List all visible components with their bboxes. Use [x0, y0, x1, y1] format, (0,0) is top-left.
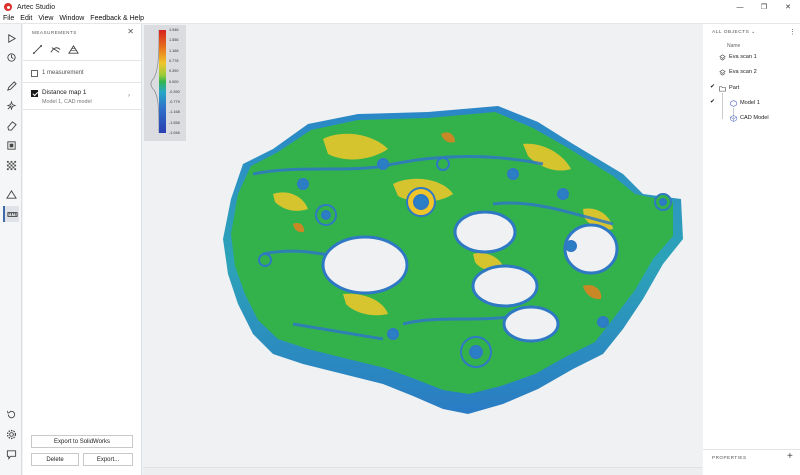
name-column-header: Name — [727, 43, 741, 49]
window-title: Artec Studio — [17, 3, 56, 11]
distance-map-subtitle: Model 1, CAD model — [42, 99, 92, 105]
panel-title: MEASUREMENTS — [32, 30, 77, 35]
check-icon[interactable]: ✔ — [710, 98, 715, 105]
close-panel-icon[interactable]: ✕ — [127, 27, 134, 36]
history-icon[interactable] — [3, 406, 19, 422]
check-icon[interactable]: ✔ — [710, 83, 715, 90]
window-controls: — ❐ ✕ — [728, 0, 800, 14]
menu-view[interactable]: View — [38, 15, 53, 22]
tree-item-label: Part — [729, 85, 740, 91]
left-toolbar — [0, 24, 22, 475]
chevron-down-icon: ⌄ — [751, 30, 756, 35]
tree-item-label: Model 1 — [740, 100, 760, 106]
tree-item-part[interactable]: Part — [719, 83, 739, 93]
more-options-icon[interactable]: ⋮ — [789, 28, 796, 36]
play-icon[interactable] — [3, 30, 19, 46]
distance-map-model[interactable] — [143, 24, 702, 467]
tree-item-model-1[interactable]: Model 1 — [730, 98, 760, 108]
delete-button[interactable]: Delete — [31, 453, 79, 466]
objects-panel: ALL OBJECTS ⌄ ⋮ Name Eva scan 1 Eva scan… — [703, 24, 800, 475]
line-distance-icon[interactable] — [32, 44, 43, 55]
artec-logo-icon — [4, 3, 12, 11]
tree-item-label: Eva scan 2 — [729, 69, 757, 75]
tree-item-cad-model[interactable]: CAD Model — [730, 113, 769, 123]
tree-item-eva-scan-2[interactable]: Eva scan 2 — [719, 67, 757, 77]
properties-header[interactable]: PROPERTIES — [712, 455, 747, 460]
measurement-count: 1 measurement — [42, 70, 84, 76]
menu-window[interactable]: Window — [59, 15, 84, 22]
menu-edit[interactable]: Edit — [20, 15, 32, 22]
distance-map-icon[interactable] — [68, 44, 79, 55]
all-objects-title[interactable]: ALL OBJECTS ⌄ — [712, 30, 756, 35]
menu-bar: File Edit View Window Feedback & Help — [0, 14, 800, 24]
minimize-button[interactable]: — — [728, 0, 752, 14]
auto-icon[interactable] — [3, 97, 19, 113]
menu-file[interactable]: File — [3, 15, 14, 22]
distance-map-title: Distance map 1 — [42, 89, 87, 96]
select-all-checkbox[interactable] — [31, 70, 38, 77]
3d-viewport[interactable]: 1.946 1.556 1.168 0.778 0.390 0.000 -0.3… — [143, 24, 702, 467]
divider — [23, 60, 142, 61]
distance-map-checkbox[interactable] — [31, 90, 38, 97]
chat-icon[interactable] — [3, 446, 19, 462]
export-to-solidworks-button[interactable]: Export to SolidWorks — [31, 435, 133, 448]
folder-icon — [719, 85, 726, 91]
scan-icon — [719, 69, 726, 75]
tree-item-eva-scan-1[interactable]: Eva scan 1 — [719, 52, 757, 62]
horizontal-scrollbar[interactable] — [143, 467, 702, 475]
title-bar: Artec Studio — ❐ ✕ — [0, 0, 800, 14]
surface-distance-icon[interactable] — [50, 44, 61, 55]
measurement-tools — [32, 44, 79, 55]
export-button[interactable]: Export... — [83, 453, 133, 466]
tree-item-label: CAD Model — [740, 115, 769, 121]
workflow-icon[interactable] — [3, 49, 19, 65]
divider — [23, 109, 142, 110]
menu-feedback-help[interactable]: Feedback & Help — [90, 15, 144, 22]
pen-icon[interactable] — [3, 78, 19, 94]
close-button[interactable]: ✕ — [776, 0, 800, 14]
eraser-icon[interactable] — [3, 117, 19, 133]
scan-icon — [719, 54, 726, 60]
texture-icon[interactable] — [3, 137, 19, 153]
measurements-icon[interactable] — [3, 206, 19, 222]
divider — [703, 449, 800, 450]
maximize-button[interactable]: ❐ — [752, 0, 776, 14]
cad-icon — [730, 114, 737, 122]
grid-icon[interactable] — [3, 157, 19, 173]
model-icon — [730, 99, 737, 107]
chevron-right-icon[interactable]: › — [128, 93, 130, 99]
settings-icon[interactable] — [3, 426, 19, 442]
tree-item-label: Eva scan 1 — [729, 54, 757, 60]
add-icon[interactable]: + — [787, 451, 793, 462]
measurements-panel: MEASUREMENTS ✕ 1 measurement Distance ma… — [23, 24, 142, 475]
tree-connector — [722, 93, 723, 119]
triangle-icon[interactable] — [3, 186, 19, 202]
divider — [23, 82, 142, 83]
